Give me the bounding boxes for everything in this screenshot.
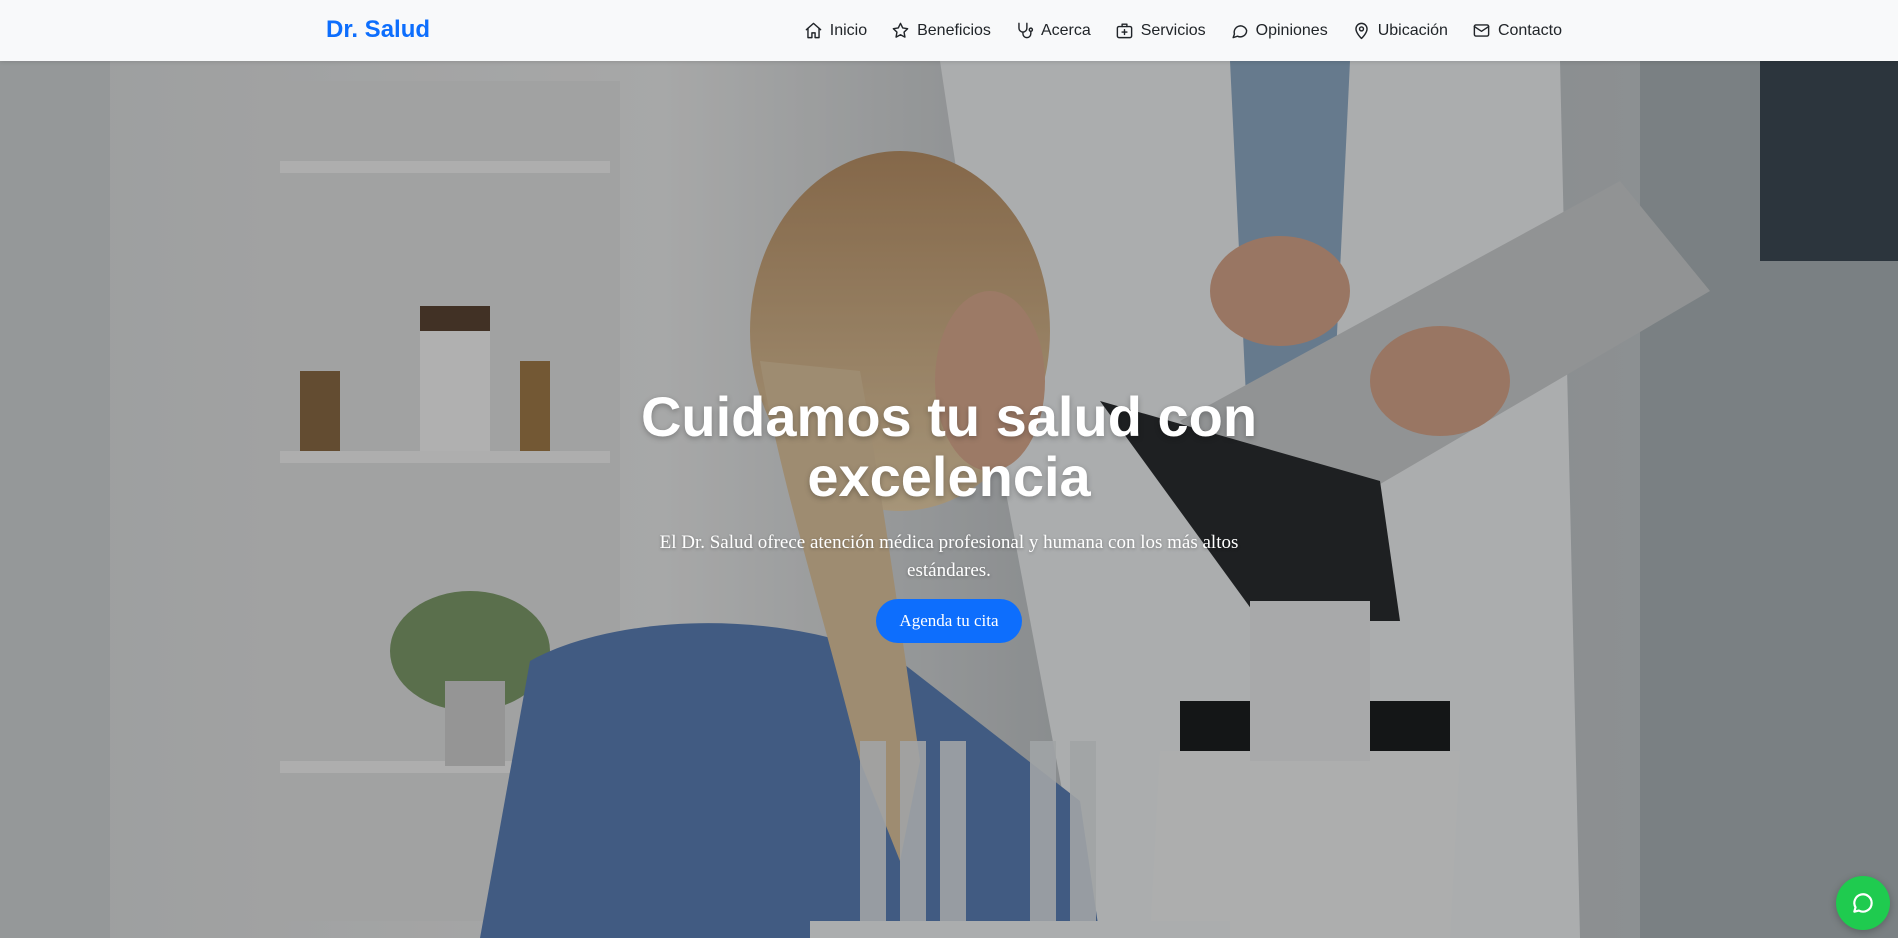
nav-item-opiniones[interactable]: Opiniones xyxy=(1218,21,1340,40)
hero-subtitle: El Dr. Salud ofrece atención médica prof… xyxy=(659,532,1239,581)
star-icon xyxy=(892,22,909,38)
hero-content: Cuidamos tu salud con excelencia El Dr. … xyxy=(0,387,1898,643)
home-icon xyxy=(805,22,822,39)
nav-item-ubicacion[interactable]: Ubicación xyxy=(1340,21,1460,40)
main-nav: Inicio Beneficios Acerca Servicios Opini… xyxy=(792,0,1574,61)
nav-item-servicios[interactable]: Servicios xyxy=(1103,21,1218,40)
book-appointment-button[interactable]: Agenda tu cita xyxy=(876,599,1022,643)
nav-item-label: Ubicación xyxy=(1377,21,1448,39)
map-pin-icon xyxy=(1354,22,1368,40)
nav-item-contacto[interactable]: Contacto xyxy=(1460,21,1574,40)
whatsapp-icon xyxy=(1853,893,1873,913)
nav-item-label: Beneficios xyxy=(917,21,991,39)
chat-bubble-icon xyxy=(1232,25,1247,39)
nav-item-label: Acerca xyxy=(1040,21,1091,39)
hero-section: Cuidamos tu salud con excelencia El Dr. … xyxy=(0,61,1898,938)
nav-item-label: Contacto xyxy=(1497,21,1562,39)
whatsapp-button[interactable] xyxy=(1836,876,1890,930)
nav-item-acerca[interactable]: Acerca xyxy=(1003,21,1103,40)
brand-logo[interactable]: Dr. Salud xyxy=(326,16,430,44)
navbar: Dr. Salud Inicio Beneficios Acerca Servi… xyxy=(0,0,1898,61)
nav-item-beneficios[interactable]: Beneficios xyxy=(879,21,1003,40)
nav-item-label: Servicios xyxy=(1140,21,1206,39)
medical-kit-icon xyxy=(1116,23,1133,39)
nav-item-label: Opiniones xyxy=(1255,21,1328,39)
nav-item-label: Inicio xyxy=(829,21,868,39)
hero-title: Cuidamos tu salud con excelencia xyxy=(640,385,1258,508)
envelope-icon xyxy=(1473,24,1490,37)
nav-item-inicio[interactable]: Inicio xyxy=(792,21,879,40)
stethoscope-icon xyxy=(1018,22,1034,39)
